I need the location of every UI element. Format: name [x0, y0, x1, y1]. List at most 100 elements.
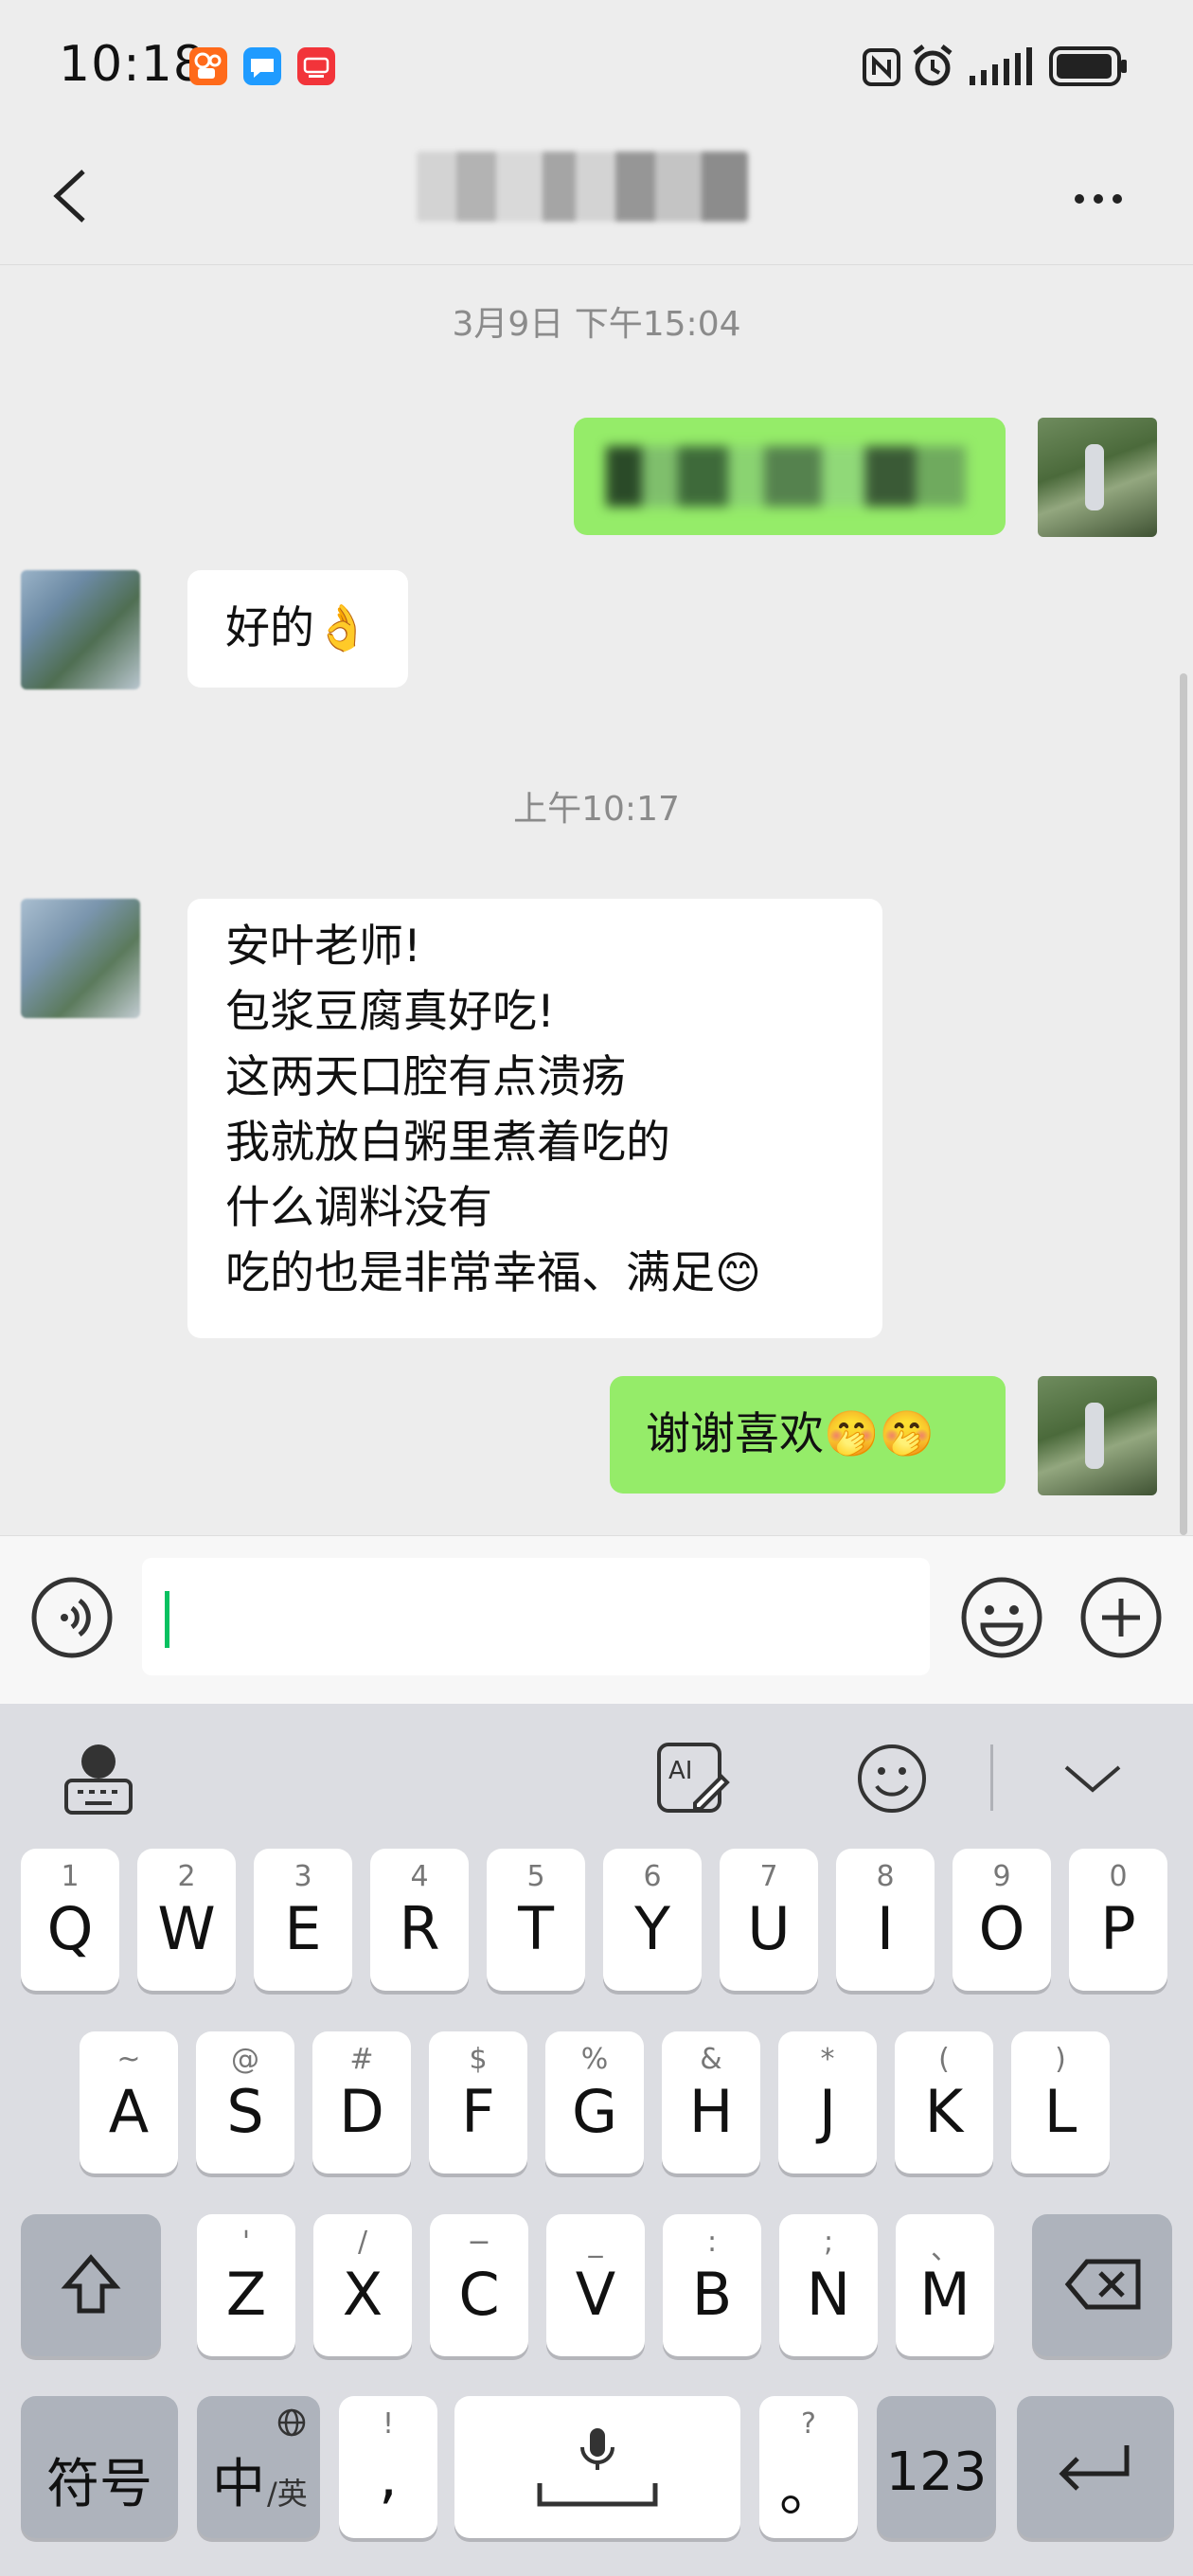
key-z[interactable]: ' Z [197, 2214, 295, 2356]
collapse-keyboard-icon[interactable] [1062, 1762, 1123, 1796]
avatar-self[interactable] [1038, 1376, 1157, 1495]
message-line: 这两天口腔有点溃疡 [225, 1051, 626, 1103]
key-o[interactable]: 9O [953, 1849, 1051, 1991]
message-list[interactable]: 3月9日 下午15:04 好的👌 上午10:17 安叶老师! 包浆豆腐真好吃! … [0, 266, 1193, 1535]
key-label: C [458, 2260, 500, 2329]
avatar-contact[interactable] [21, 570, 140, 689]
key-label: A [108, 2077, 150, 2146]
key-a[interactable]: ~ A [80, 2031, 178, 2174]
key-e[interactable]: 3E [254, 1849, 352, 1991]
key-label: R [399, 1894, 440, 1963]
key-label: T [518, 1894, 554, 1963]
enter-key[interactable] [1017, 2396, 1174, 2538]
key-c[interactable]: − C [430, 2214, 528, 2356]
key-label: E [284, 1894, 322, 1963]
key-f[interactable]: $ F [429, 2031, 527, 2174]
more-dots-icon[interactable] [1075, 189, 1135, 205]
key-t[interactable]: 5T [487, 1849, 585, 1991]
key-y[interactable]: 6Y [603, 1849, 702, 1991]
key-label: B [691, 2260, 733, 2329]
key-hint: # [349, 2043, 374, 2076]
key-g[interactable]: % G [545, 2031, 644, 2174]
key-hint: ) [1055, 2043, 1066, 2076]
scrollbar[interactable] [1180, 673, 1187, 1535]
message-line: 吃的也是非常幸福、满足😊 [225, 1247, 761, 1299]
emoji-keyboard-icon[interactable] [856, 1743, 928, 1815]
key-m[interactable]: 、 M [896, 2214, 994, 2356]
key-label: H [688, 2077, 734, 2146]
avatar-contact[interactable] [21, 899, 140, 1018]
key-r[interactable]: 4R [370, 1849, 469, 1991]
delete-key[interactable] [1032, 2214, 1172, 2356]
key-hint: 4 [410, 1860, 429, 1893]
message-bubble-outgoing[interactable]: 谢谢喜欢🤭🤭 [610, 1376, 1006, 1494]
key-label: K [924, 2077, 964, 2146]
avatar-self[interactable] [1038, 418, 1157, 537]
key-label: D [339, 2077, 384, 2146]
key-hint: ' [241, 2226, 251, 2259]
key-j[interactable]: * J [778, 2031, 877, 2174]
key-p[interactable]: 0P [1069, 1849, 1167, 1991]
voice-icon[interactable] [30, 1576, 114, 1659]
key-x[interactable]: / X [313, 2214, 412, 2356]
key-hint: ( [938, 2043, 950, 2076]
key-label: Y [634, 1894, 670, 1963]
message-bubble-incoming[interactable]: 安叶老师! 包浆豆腐真好吃! 这两天口腔有点溃疡 我就放白粥里煮着吃的 什么调料… [187, 899, 882, 1338]
shift-icon [61, 2254, 121, 2314]
numbers-key[interactable]: 123 [877, 2396, 996, 2538]
chevron-left-icon[interactable] [47, 168, 95, 224]
key-hint: 7 [759, 1860, 778, 1893]
key-i[interactable]: 8I [836, 1849, 935, 1991]
emoji-icon[interactable] [960, 1576, 1043, 1659]
key-q[interactable]: 1Q [21, 1849, 119, 1991]
battery-icon [1049, 46, 1127, 86]
key-h[interactable]: & H [662, 2031, 760, 2174]
key-hint: * [820, 2043, 835, 2076]
key-hint: 0 [1109, 1860, 1128, 1893]
key-hint: ~ [116, 2043, 141, 2076]
key-v[interactable]: _ V [546, 2214, 645, 2356]
lang-main-label: 中 [212, 2454, 265, 2515]
timestamp: 上午10:17 [513, 790, 680, 829]
key-label: F [461, 2077, 495, 2146]
period-key[interactable]: ? 。 [759, 2396, 858, 2538]
key-hint: ; [823, 2226, 834, 2259]
message-input[interactable] [142, 1558, 930, 1675]
key-s[interactable]: @ S [196, 2031, 294, 2174]
message-line: 安叶老师! [225, 921, 421, 973]
key-label: L [1043, 2077, 1077, 2146]
key-k[interactable]: (K [895, 2031, 993, 2174]
key-w[interactable]: 2W [137, 1849, 236, 1991]
key-label: G [571, 2077, 618, 2146]
microphone-icon [537, 2428, 658, 2507]
kuaishou-app-icon [189, 47, 227, 85]
space-key[interactable] [454, 2396, 740, 2538]
key-hint: & [700, 2043, 722, 2076]
key-label: V [575, 2260, 616, 2329]
key-label: J [818, 2077, 837, 2146]
lang-sub-label: /英 [267, 2476, 308, 2512]
language-switch-key[interactable]: 中 /英 [197, 2396, 320, 2538]
key-d[interactable]: # D [312, 2031, 411, 2174]
key-hint: 5 [526, 1860, 545, 1893]
key-l[interactable]: ) L [1011, 2031, 1110, 2174]
key-u[interactable]: 7U [720, 1849, 818, 1991]
timestamp: 3月9日 下午15:04 [452, 305, 741, 344]
plus-icon[interactable] [1079, 1576, 1163, 1659]
message-app-icon [243, 47, 281, 85]
symbols-key[interactable]: 符号 [21, 2396, 178, 2538]
key-n[interactable]: ; N [779, 2214, 878, 2356]
keyboard-settings-icon[interactable] [62, 1741, 134, 1816]
ai-write-icon[interactable]: AI [655, 1741, 731, 1816]
message-bubble-incoming[interactable]: 好的👌 [187, 570, 408, 688]
key-label: W [157, 1894, 216, 1963]
key-hint: 9 [992, 1860, 1011, 1893]
comma-key[interactable]: ! , [339, 2396, 437, 2538]
shift-key[interactable] [21, 2214, 161, 2356]
key-label: X [342, 2260, 383, 2329]
key-label: S [226, 2077, 264, 2146]
key-label: P [1100, 1894, 1136, 1963]
key-b[interactable]: :B [663, 2214, 761, 2356]
red-app-icon [297, 47, 335, 85]
key-hint: 8 [876, 1860, 895, 1893]
